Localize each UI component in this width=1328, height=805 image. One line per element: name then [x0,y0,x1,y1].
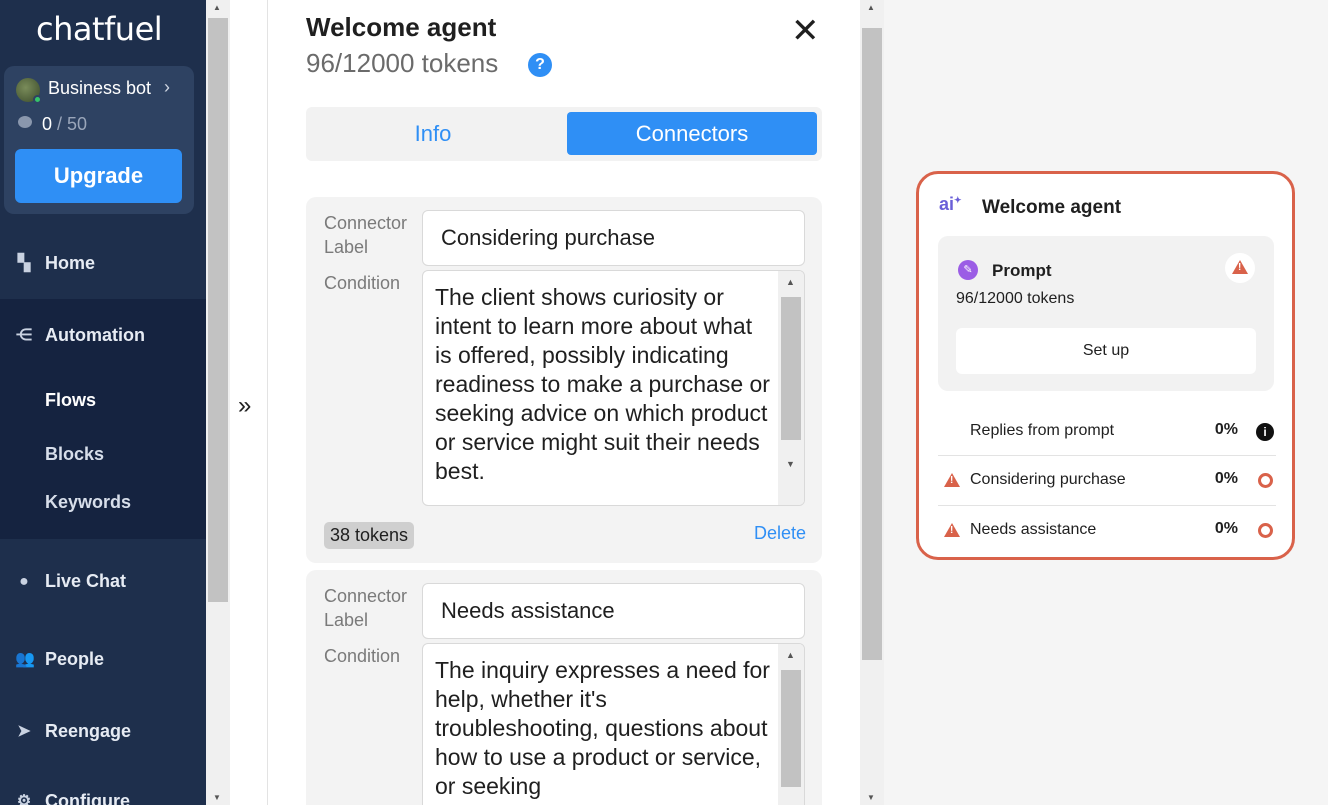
connector-row-percent: 0% [1214,470,1238,487]
sidebar-item-people[interactable]: 👥 People [0,637,206,681]
agent-panel: Welcome agent 96/12000 tokens ? ✕ Info C… [268,0,860,805]
connector-label-input[interactable]: Considering purchase [422,210,805,266]
scroll-up-arrow-icon[interactable]: ▲ [786,277,795,287]
close-icon[interactable]: ✕ [791,14,820,48]
panel-token-count: 96/12000 tokens [306,48,499,78]
panel-scrollbar[interactable]: ▲ ▼ [860,0,884,805]
bot-name[interactable]: Business bot [48,78,151,99]
panel-expander: » [230,0,268,805]
chat-count-icon [18,116,32,128]
scrollbar-thumb[interactable] [862,28,882,660]
sidebar-item-label: Live Chat [45,571,127,591]
sidebar-item-live-chat[interactable]: ● Live Chat [0,559,206,603]
connector-label-caption: Connector Label [324,213,408,257]
sidebar-scrollbar[interactable]: ▲ ▼ [206,0,230,805]
people-icon: 👥 [15,651,35,668]
flow-icon: ⋲ [16,327,32,344]
node-title: Welcome agent [982,197,1122,218]
prompt-token-count: 96/12000 tokens [956,290,1075,307]
scroll-up-arrow-icon[interactable]: ▲ [786,650,795,660]
scroll-down-arrow-icon[interactable]: ▼ [213,793,221,802]
textarea-scrollbar[interactable]: ▲ [778,644,804,805]
sidebar-item-automation[interactable]: ⋲ Automation [0,313,206,357]
delete-connector-button[interactable]: Delete [754,523,806,544]
sidebar-item-home[interactable]: ▚ Home [0,241,206,285]
connector-row-percent: 0% [1214,421,1238,438]
chevron-right-icon[interactable]: › [164,77,170,98]
connector-card: Connector Label Considering purchase Con… [306,197,822,563]
bot-usage-count: 0 / 50 [42,114,88,134]
ai-sparkle-icon: ai✦ [939,194,962,214]
connector-row-percent: 0% [1214,520,1238,537]
condition-caption: Condition [324,646,401,666]
sidebar-item-reengage[interactable]: ➤ Reengage [0,709,206,753]
connector-row: Replies from prompt 0% i [938,407,1276,455]
pencil-icon: ✎ [958,260,978,280]
double-chevron-right-icon[interactable]: » [238,392,251,420]
sidebar-item-label: Reengage [45,721,132,741]
scrollbar-thumb[interactable] [208,18,228,602]
scrollbar-thumb[interactable] [781,297,801,440]
connector-output-port[interactable] [1258,473,1273,488]
scroll-up-arrow-icon[interactable]: ▲ [867,3,875,12]
connector-row: Considering purchase 0% [938,455,1276,503]
scroll-up-arrow-icon[interactable]: ▲ [213,3,221,12]
sidebar-item-label: People [45,649,105,669]
chat-bubble-icon: ● [19,573,29,590]
setup-button[interactable]: Set up [956,328,1256,374]
sidebar-subitem-keywords[interactable]: Keywords [45,492,131,513]
connector-label-input[interactable]: Needs assistance [422,583,805,639]
prompt-title: Prompt [992,261,1052,280]
sidebar-item-label: Home [45,253,96,273]
upgrade-button[interactable]: Upgrade [15,149,182,203]
bot-avatar [16,78,42,104]
sidebar-subitem-blocks[interactable]: Blocks [45,444,104,465]
sidebar-subitem-flows[interactable]: Flows [45,390,96,411]
condition-text: The inquiry expresses a need for help, w… [435,657,770,799]
gear-icon: ⚙ [16,793,32,805]
connector-row-label: Replies from prompt [970,422,1115,439]
connector-card: Connector Label Needs assistance Conditi… [306,570,822,805]
automation-section: ⋲ Automation Flows Blocks Keywords [0,299,206,539]
condition-textarea[interactable]: The client shows curiosity or intent to … [422,270,805,506]
condition-textarea[interactable]: The inquiry expresses a need for help, w… [422,643,805,805]
textarea-scrollbar[interactable]: ▲ ▼ [778,271,804,505]
agent-node-card[interactable]: ai✦ Welcome agent ✎ Prompt 96/12000 toke… [916,171,1295,560]
warning-icon [944,523,960,542]
condition-text: The client shows curiosity or intent to … [435,284,770,484]
warning-badge [1225,253,1255,283]
tab-info[interactable]: Info [308,112,558,155]
chatfuel-logo[interactable]: chatfuel [36,10,163,48]
panel-tabs: Info Connectors [306,107,822,161]
warning-icon [1232,260,1248,274]
sidebar-item-label: Configure [45,791,130,805]
connector-row-label: Considering purchase [970,471,1126,488]
panel-title: Welcome agent [306,12,497,42]
condition-caption: Condition [324,273,401,293]
sidebar: chatfuel Business bot › 0 / 50 Upgrade ▚… [0,0,206,805]
tab-connectors[interactable]: Connectors [567,112,817,155]
connector-label-caption: Connector Label [324,586,408,630]
help-icon[interactable]: ? [528,53,552,77]
dashboard-icon: ▚ [17,255,31,272]
sidebar-item-configure[interactable]: ⚙ Configure [0,779,206,805]
connector-row-label: Needs assistance [970,521,1097,538]
prompt-box: ✎ Prompt 96/12000 tokens Set up [938,236,1274,391]
warning-icon [944,473,960,492]
connector-output-port[interactable] [1258,523,1273,538]
scrollbar-thumb[interactable] [781,670,801,787]
connector-row: Needs assistance 0% [938,505,1276,553]
sidebar-item-label: Automation [45,325,145,345]
scroll-down-arrow-icon[interactable]: ▼ [786,459,795,469]
bot-card[interactable]: Business bot › 0 / 50 Upgrade [4,66,194,214]
info-icon[interactable]: i [1256,423,1274,441]
send-icon: ➤ [17,723,31,740]
scroll-down-arrow-icon[interactable]: ▼ [867,793,875,802]
token-count-badge: 38 tokens [324,522,415,549]
online-status-dot [33,95,42,104]
